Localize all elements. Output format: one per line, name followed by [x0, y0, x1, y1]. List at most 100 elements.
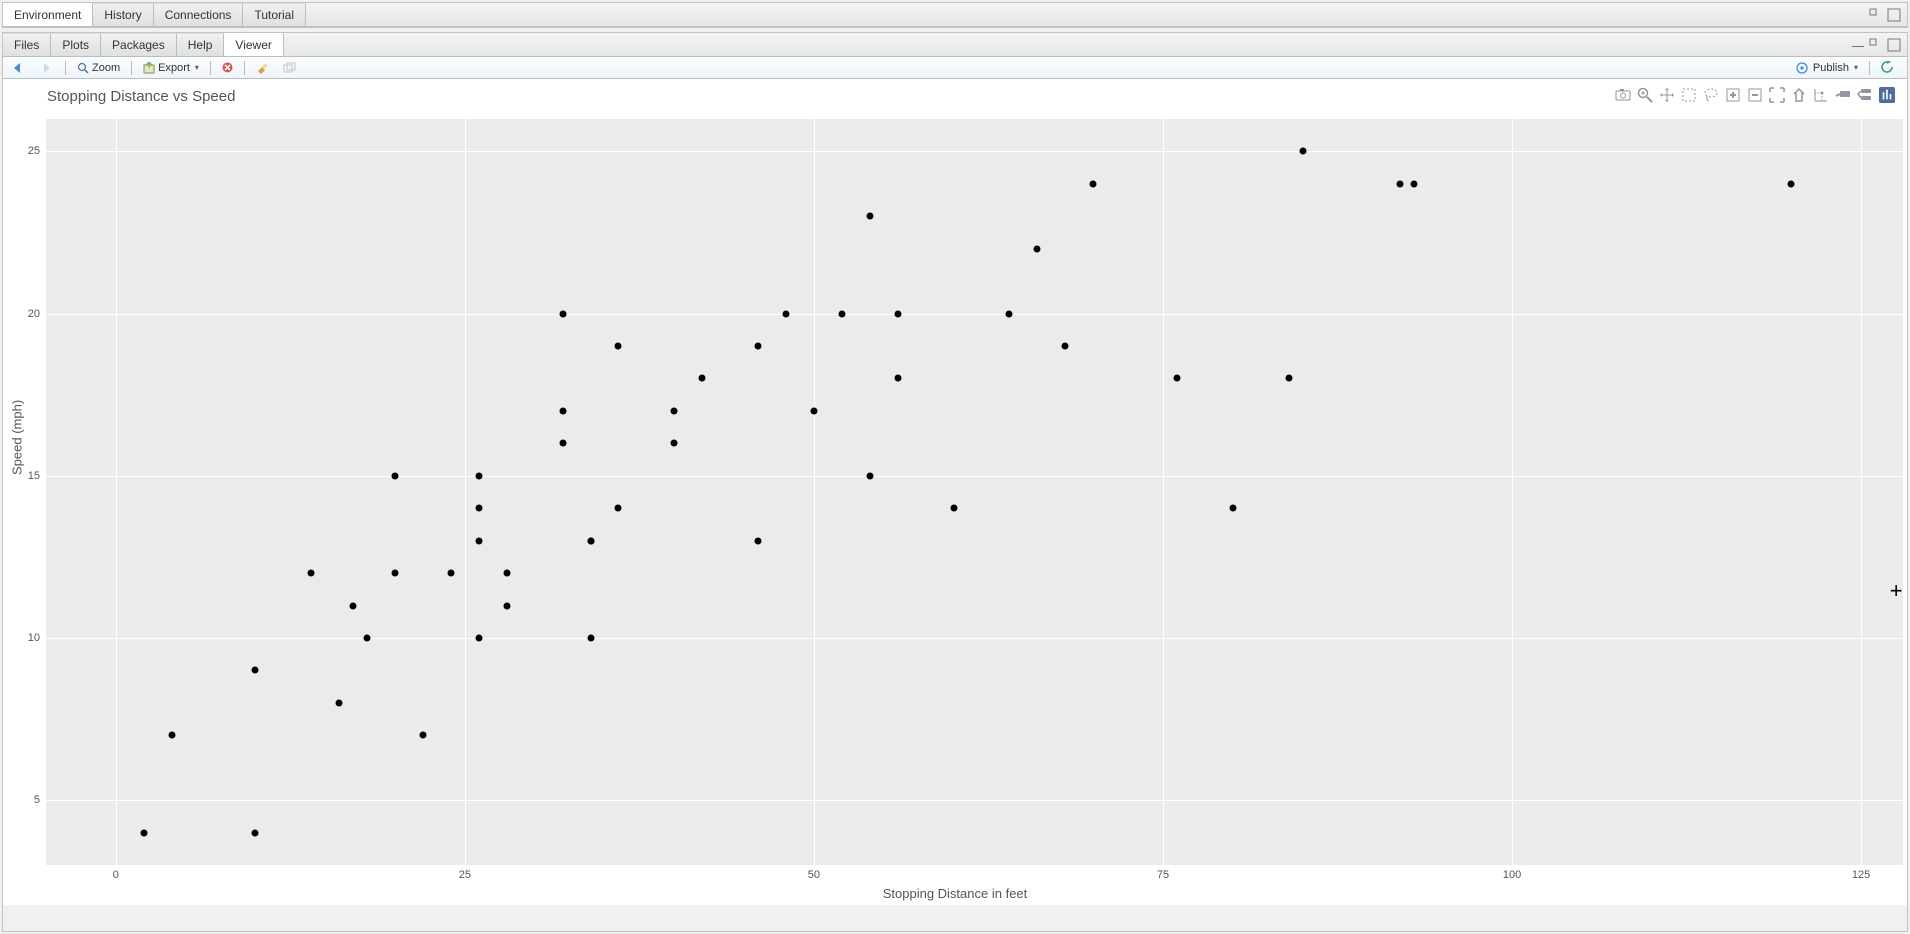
data-point[interactable] — [475, 505, 482, 512]
data-point[interactable] — [336, 699, 343, 706]
data-point[interactable] — [810, 407, 817, 414]
data-point[interactable] — [783, 310, 790, 317]
maximize-pane-icon[interactable] — [1887, 8, 1901, 22]
x-tick: 25 — [459, 869, 471, 881]
data-point[interactable] — [503, 570, 510, 577]
back-button[interactable] — [7, 61, 31, 75]
data-point[interactable] — [503, 602, 510, 609]
data-point[interactable] — [475, 634, 482, 641]
export-label: Export — [158, 62, 190, 74]
data-point[interactable] — [559, 310, 566, 317]
y-tick: 20 — [28, 308, 40, 320]
data-point[interactable] — [699, 375, 706, 382]
lasso-icon[interactable] — [1703, 87, 1719, 103]
data-point[interactable] — [350, 602, 357, 609]
data-point[interactable] — [475, 537, 482, 544]
data-point[interactable] — [950, 505, 957, 512]
autoscale-icon[interactable] — [1769, 87, 1785, 103]
data-point[interactable] — [252, 667, 259, 674]
zoom-out-icon[interactable] — [1747, 87, 1763, 103]
tab-packages[interactable]: Packages — [101, 33, 177, 56]
clear-viewer-button[interactable] — [251, 61, 274, 75]
refresh-viewer-button[interactable] — [1876, 60, 1899, 75]
zoom-label: Zoom — [92, 62, 120, 74]
tab-viewer[interactable]: Viewer — [224, 33, 283, 56]
data-point[interactable] — [447, 570, 454, 577]
x-tick: 100 — [1503, 869, 1521, 881]
data-point[interactable] — [559, 440, 566, 447]
data-point[interactable] — [615, 505, 622, 512]
publish-button[interactable]: Publish ▾ — [1791, 61, 1863, 75]
data-point[interactable] — [587, 634, 594, 641]
y-tick: 25 — [28, 145, 40, 157]
data-point[interactable] — [1090, 180, 1097, 187]
data-point[interactable] — [1788, 180, 1795, 187]
bottom-pane-tabbar: Files Plots Packages Help Viewer — [3, 33, 1907, 57]
data-point[interactable] — [838, 310, 845, 317]
data-point[interactable] — [1229, 505, 1236, 512]
data-point[interactable] — [140, 829, 147, 836]
data-point[interactable] — [755, 343, 762, 350]
data-point[interactable] — [252, 829, 259, 836]
data-point[interactable] — [1299, 148, 1306, 155]
restore-pane2-icon[interactable] — [1869, 38, 1883, 52]
data-point[interactable] — [1411, 180, 1418, 187]
data-point[interactable] — [168, 732, 175, 739]
data-point[interactable] — [475, 472, 482, 479]
data-point[interactable] — [866, 213, 873, 220]
forward-button[interactable] — [35, 61, 59, 75]
data-point[interactable] — [1034, 245, 1041, 252]
zoom-plus-icon[interactable] — [1637, 87, 1653, 103]
x-tick: 50 — [808, 869, 820, 881]
data-point[interactable] — [615, 343, 622, 350]
remove-viewer-button[interactable] — [217, 61, 238, 74]
tab-tutorial[interactable]: Tutorial — [243, 3, 306, 26]
hover-compare-icon[interactable] — [1857, 87, 1873, 103]
tab-environment[interactable]: Environment — [3, 3, 93, 26]
data-point[interactable] — [587, 537, 594, 544]
plotly-modebar — [1615, 87, 1895, 103]
spike-lines-icon[interactable] — [1813, 87, 1829, 103]
hover-closest-icon[interactable] — [1835, 87, 1851, 103]
camera-icon[interactable] — [1615, 87, 1631, 103]
data-point[interactable] — [1006, 310, 1013, 317]
plotly-logo-icon[interactable] — [1879, 87, 1895, 103]
zoom-button[interactable]: Zoom — [72, 61, 125, 75]
export-button[interactable]: Export ▾ — [138, 61, 204, 75]
data-point[interactable] — [419, 732, 426, 739]
tab-plots[interactable]: Plots — [51, 33, 101, 56]
minimize-pane-icon[interactable] — [1869, 8, 1883, 22]
data-point[interactable] — [308, 570, 315, 577]
tab-history[interactable]: History — [93, 3, 153, 26]
data-point[interactable] — [1397, 180, 1404, 187]
data-point[interactable] — [671, 440, 678, 447]
maximize-pane2-icon[interactable] — [1887, 38, 1901, 52]
tab-help[interactable]: Help — [177, 33, 225, 56]
viewer-content: Stopping Distance vs Speed Speed (mph) 0… — [3, 79, 1907, 905]
plot-area[interactable]: 0255075100125510152025 — [46, 119, 1903, 865]
data-point[interactable] — [392, 472, 399, 479]
data-point[interactable] — [866, 472, 873, 479]
data-point[interactable] — [755, 537, 762, 544]
data-point[interactable] — [1062, 343, 1069, 350]
tab-connections[interactable]: Connections — [154, 3, 244, 26]
data-point[interactable] — [894, 375, 901, 382]
chart-title: Stopping Distance vs Speed — [47, 88, 235, 105]
data-point[interactable] — [559, 407, 566, 414]
viewer-toolbar: Zoom Export ▾ Publish ▾ — [3, 57, 1907, 79]
x-tick: 75 — [1157, 869, 1169, 881]
pan-icon[interactable] — [1659, 87, 1675, 103]
data-point[interactable] — [364, 634, 371, 641]
data-point[interactable] — [1173, 375, 1180, 382]
publish-label: Publish — [1813, 62, 1849, 74]
data-point[interactable] — [1285, 375, 1292, 382]
box-select-icon[interactable] — [1681, 87, 1697, 103]
data-point[interactable] — [671, 407, 678, 414]
tab-files[interactable]: Files — [3, 33, 51, 56]
data-point[interactable] — [894, 310, 901, 317]
open-new-window-button[interactable] — [278, 61, 301, 75]
data-point[interactable] — [392, 570, 399, 577]
minimize-pane2-icon[interactable] — [1851, 38, 1865, 52]
zoom-in-icon[interactable] — [1725, 87, 1741, 103]
reset-axes-icon[interactable] — [1791, 87, 1807, 103]
